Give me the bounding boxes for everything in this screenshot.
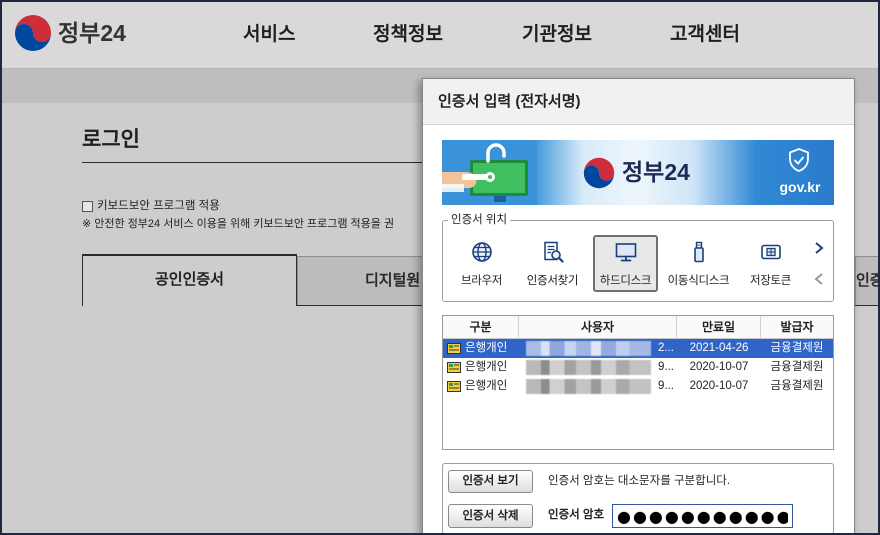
- banner-domain: gov.kr: [779, 179, 821, 195]
- cell-user: 2...: [519, 339, 677, 358]
- dialog-titlebar[interactable]: 인증서 입력 (전자서명): [423, 79, 854, 125]
- banner-logo-text: 정부24: [622, 159, 690, 185]
- cert-icon: [447, 381, 461, 392]
- cell-expiry: 2021-04-26: [689, 342, 749, 354]
- globe-icon: [471, 242, 492, 262]
- title-divider: [82, 162, 427, 163]
- nav-item-services[interactable]: 서비스: [243, 22, 295, 48]
- taegeuk-logo-icon: [14, 14, 52, 52]
- delete-certificate-button[interactable]: 인증서 삭제: [448, 504, 533, 528]
- user-suffix: 9...: [658, 361, 674, 373]
- table-header: 구분 사용자 만료일 발급자: [443, 316, 833, 339]
- column-header-issuer: 발급자: [780, 320, 814, 334]
- taegeuk-logo-icon: [583, 157, 615, 189]
- certificate-dialog: 인증서 입력 (전자서명) 정부24 gov.kr 인증서 위치 브라우저 인증…: [422, 78, 855, 535]
- tab-public-certificate[interactable]: 공인인증서: [82, 254, 297, 306]
- cell-type: 은행개인: [443, 358, 519, 377]
- usb-drive-icon: [693, 241, 704, 263]
- security-token-icon: [760, 244, 781, 260]
- password-case-hint: 인증서 암호는 대소문자를 구분합니다.: [548, 475, 731, 487]
- cert-icon: [447, 343, 461, 354]
- table-row[interactable]: 은행개인 2... 2021-04-26 금융결제원: [443, 339, 833, 358]
- certificate-password-input[interactable]: [612, 504, 793, 528]
- column-header-type: 구분: [443, 316, 519, 338]
- certificate-table: 구분 사용자 만료일 발급자 은행개인 2... 2021-04-26 금융결제…: [442, 315, 834, 450]
- chevron-left-icon[interactable]: [814, 272, 824, 286]
- chevron-right-icon[interactable]: [814, 241, 824, 255]
- cell-issuer: 금융결제원: [770, 361, 824, 373]
- certificate-location-group: 인증서 위치 브라우저 인증서찾기 하드디스크 이동식디스크 저장토큰: [442, 212, 834, 302]
- logo-text: 정부24: [58, 20, 126, 46]
- location-label: 저장토큰: [749, 275, 792, 287]
- table-row[interactable]: 은행개인 9... 2020-10-07 금융결제원: [443, 377, 833, 396]
- location-label: 이동식디스크: [667, 275, 730, 287]
- dialog-title: 인증서 입력 (전자서명): [438, 93, 581, 110]
- gov24-banner: 정부24 gov.kr: [442, 140, 834, 205]
- location-find-certificate[interactable]: 인증서찾기: [520, 235, 585, 292]
- certificate-location-legend: 인증서 위치: [448, 212, 511, 228]
- location-hard-disk[interactable]: 하드디스크: [593, 235, 658, 292]
- blurred-user-name: [526, 379, 651, 394]
- column-header-user: 사용자: [519, 316, 677, 338]
- table-row[interactable]: 은행개인 9... 2020-10-07 금융결제원: [443, 358, 833, 377]
- password-label: 인증서 암호: [548, 509, 605, 521]
- blurred-user-name: [526, 360, 651, 375]
- home-logo-link[interactable]: 정부24: [12, 10, 142, 56]
- cell-issuer: 금융결제원: [770, 380, 824, 392]
- cell-issuer: 금융결제원: [770, 342, 824, 354]
- cell-user: 9...: [519, 358, 677, 377]
- cert-search-icon: [543, 241, 564, 263]
- cell-expiry: 2020-10-07: [689, 361, 749, 373]
- location-security-token[interactable]: 저장토큰: [738, 235, 803, 292]
- blurred-user-name: [526, 341, 651, 356]
- tab-other-auth[interactable]: 인증: [855, 256, 880, 305]
- location-label: 브라우저: [460, 275, 503, 287]
- certificate-actions-group: 인증서 보기 인증서 암호는 대소문자를 구분합니다. 인증서 삭제 인증서 암…: [442, 463, 834, 534]
- cell-user: 9...: [519, 377, 677, 396]
- cert-icon: [447, 362, 461, 373]
- monitor-icon: [615, 243, 636, 262]
- nav-item-policy[interactable]: 정책정보: [373, 22, 443, 48]
- nav-item-agencies[interactable]: 기관정보: [522, 22, 592, 48]
- keyboard-security-label: 키보드보안 프로그램 적용: [97, 200, 220, 212]
- user-suffix: 9...: [658, 380, 674, 392]
- cell-expiry: 2020-10-07: [689, 380, 749, 392]
- cell-type: 은행개인: [443, 377, 519, 396]
- location-removable-disk[interactable]: 이동식디스크: [666, 235, 731, 292]
- cell-type: 은행개인: [443, 339, 519, 358]
- keyboard-security-notice: ※ 안전한 정부24 서비스 이용을 위해 키보드보안 프로그램 적용을 권: [82, 218, 395, 230]
- view-certificate-button[interactable]: 인증서 보기: [448, 470, 533, 493]
- hand-key-lock-illustration: [442, 140, 537, 205]
- location-browser[interactable]: 브라우저: [449, 235, 514, 292]
- shield-check-icon: [789, 148, 809, 172]
- column-header-expiry: 만료일: [677, 316, 761, 338]
- nav-item-support[interactable]: 고객센터: [670, 22, 740, 48]
- site-header: 정부24 서비스 정책정보 기관정보 고객센터: [0, 0, 880, 69]
- page: 정부24 서비스 정책정보 기관정보 고객센터 로그인 키보드보안 프로그램 적…: [0, 0, 880, 535]
- keyboard-security-checkbox[interactable]: [82, 201, 93, 212]
- user-suffix: 2...: [658, 342, 674, 354]
- location-label: 인증서찾기: [526, 275, 579, 287]
- location-label: 하드디스크: [599, 275, 652, 287]
- page-title: 로그인: [82, 128, 140, 151]
